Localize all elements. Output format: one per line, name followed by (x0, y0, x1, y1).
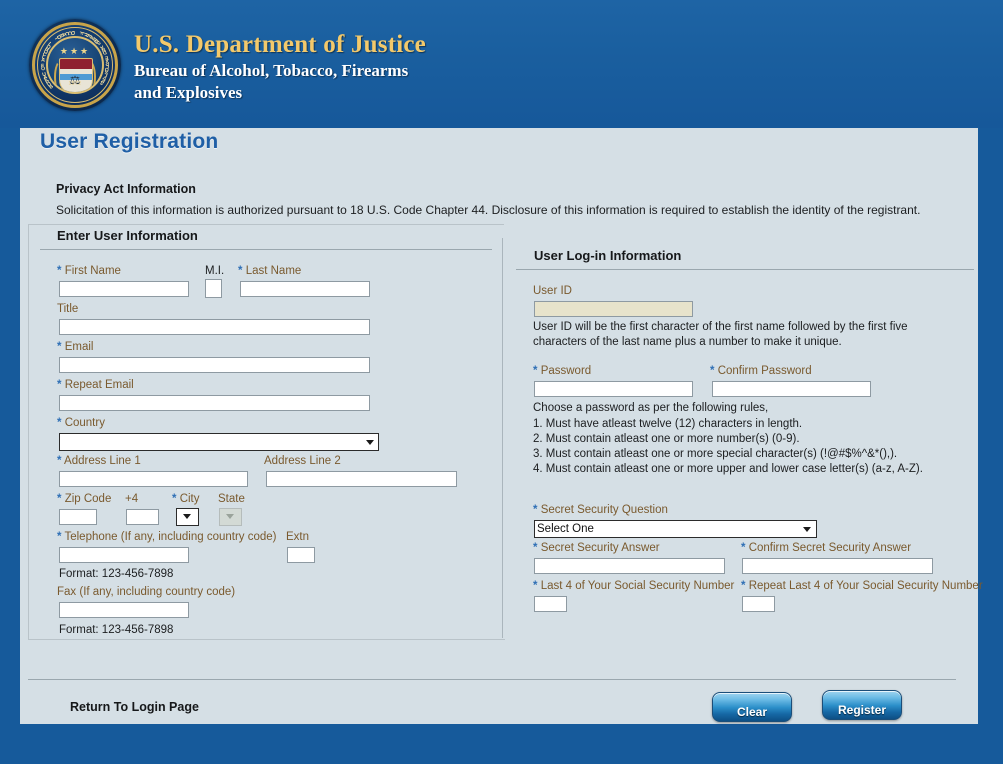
city-label: * City (172, 493, 200, 505)
repeat-email-input[interactable] (59, 395, 370, 411)
secret-security-answer-label: * Secret Security Answer (533, 542, 660, 554)
page-title: User Registration (40, 130, 219, 153)
required-marker: * (57, 265, 62, 277)
user-login-information-rule (516, 269, 974, 270)
ssn-last4-repeat-label: * Repeat Last 4 of Your Social Security … (741, 580, 983, 592)
title-label: Title (57, 303, 79, 315)
middle-initial-label: M.I. (205, 265, 225, 277)
address-line-1-label: * Address Line 1 (57, 455, 141, 467)
zip-plus4-label: +4 (125, 493, 139, 505)
privacy-act-text: Solicitation of this information is auth… (56, 203, 921, 217)
address-line-1-input[interactable] (59, 471, 248, 487)
email-input[interactable] (59, 357, 370, 373)
atf-seal-icon: BUREAU OF ALCOHOL, TOBACCO, FIREARMS AND… (29, 19, 121, 111)
secret-security-question-select[interactable]: Select One (534, 520, 817, 538)
secret-security-answer-input[interactable] (534, 558, 725, 574)
country-label: * Country (57, 417, 105, 429)
city-select[interactable] (176, 508, 199, 526)
telephone-label: * Telephone (If any, including country c… (57, 531, 277, 543)
footer-divider (28, 679, 956, 680)
last-name-input[interactable] (240, 281, 370, 297)
confirm-password-label: * Confirm Password (710, 365, 812, 377)
privacy-act-heading: Privacy Act Information (56, 182, 196, 196)
address-line-2-label: Address Line 2 (264, 455, 341, 467)
state-select[interactable] (219, 508, 242, 526)
password-input[interactable] (534, 381, 693, 397)
register-button[interactable]: Register (822, 690, 902, 720)
password-rules-intro: Choose a password as per the following r… (533, 402, 769, 414)
user-id-hint-line1: User ID will be the first character of t… (533, 321, 908, 333)
fax-input[interactable] (59, 602, 189, 618)
zip-code-label: * Zip Code (57, 493, 112, 505)
seal-stars-icon: ★★★ (59, 46, 91, 56)
telephone-input[interactable] (59, 547, 189, 563)
address-line-2-input[interactable] (266, 471, 457, 487)
confirm-secret-security-answer-input[interactable] (742, 558, 933, 574)
first-name-input[interactable] (59, 281, 189, 297)
agency-bureau-name-line1: Bureau of Alcohol, Tobacco, Firearms (134, 61, 409, 80)
password-rule-2: 2. Must contain atleast one or more numb… (533, 433, 800, 445)
seal-inner-disc: ★★★ ⚖ 1972 (46, 36, 104, 94)
clear-button[interactable]: Clear (712, 692, 792, 722)
confirm-secret-security-answer-label: * Confirm Secret Security Answer (741, 542, 912, 554)
fax-format-hint: Format: 123-456-7898 (59, 624, 174, 636)
fax-label: Fax (If any, including country code) (57, 586, 236, 598)
zip-code-input[interactable] (59, 509, 97, 525)
user-id-label: User ID (533, 285, 572, 297)
user-login-information-title: User Log-in Information (534, 248, 682, 263)
ssn-last4-repeat-input[interactable] (742, 596, 775, 612)
password-rule-4: 4. Must contain atleast one or more uppe… (533, 463, 923, 475)
ssn-last4-input[interactable] (534, 596, 567, 612)
seal-year-label: 1972 (68, 81, 82, 87)
user-id-hint-line2: characters of the last name plus a numbe… (533, 336, 842, 348)
last-name-label: * Last Name (238, 265, 302, 277)
state-label: State (218, 493, 245, 505)
agency-bureau-name-line2: and Explosives (134, 83, 243, 102)
repeat-email-label: * Repeat Email (57, 379, 134, 391)
title-input[interactable] (59, 319, 370, 335)
extension-input[interactable] (287, 547, 315, 563)
confirm-password-input[interactable] (712, 381, 871, 397)
ssn-last4-label: * Last 4 of Your Social Security Number (533, 580, 735, 592)
enter-user-information-rule (40, 249, 492, 250)
secret-security-question-label: * Secret Security Question (533, 504, 668, 516)
password-rule-1: 1. Must have atleast twelve (12) charact… (533, 418, 803, 430)
email-label: * Email (57, 341, 94, 353)
telephone-format-hint: Format: 123-456-7898 (59, 568, 174, 580)
country-select[interactable] (59, 433, 379, 451)
enter-user-information-title: Enter User Information (57, 228, 198, 243)
first-name-label: * First Name (57, 265, 121, 277)
privacy-act-section: Privacy Act Information Solicitation of … (56, 181, 956, 218)
user-id-input[interactable] (534, 301, 693, 317)
agency-wordmark: U.S. Department of Justice Bureau of Alc… (134, 30, 426, 104)
agency-department-name: U.S. Department of Justice (134, 31, 426, 58)
masthead-banner: BUREAU OF ALCOHOL, TOBACCO, FIREARMS AND… (0, 0, 1003, 128)
extension-label: Extn (286, 531, 310, 543)
return-to-login-page-link[interactable]: Return To Login Page (70, 700, 199, 714)
section-divider (502, 238, 503, 638)
password-label: * Password (533, 365, 592, 377)
password-rule-3: 3. Must contain atleast one or more spec… (533, 448, 898, 460)
middle-initial-input[interactable] (205, 279, 222, 298)
zip-plus4-input[interactable] (126, 509, 159, 525)
